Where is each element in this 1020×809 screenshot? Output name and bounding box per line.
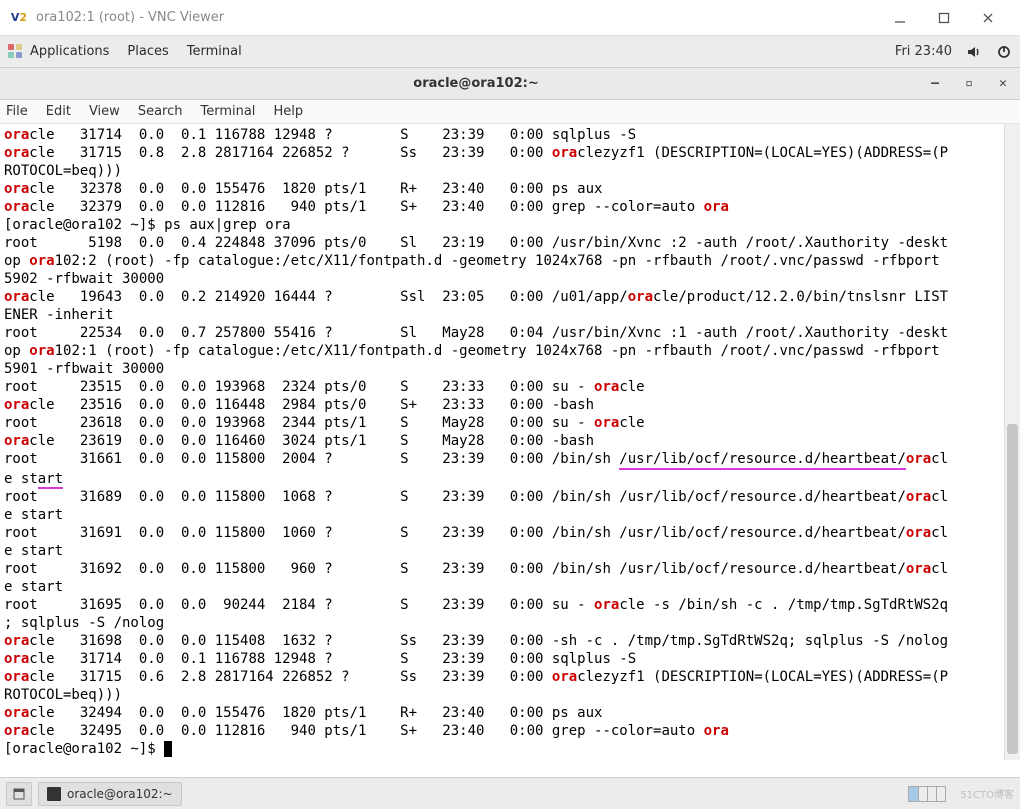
menu-view[interactable]: View [89,104,120,119]
close-button[interactable] [966,0,1010,36]
terminal-menubar: File Edit View Search Terminal Help [0,100,1020,124]
terminal-line: root 31661 0.0 0.0 115800 2004 ? S 23:39… [4,450,1016,470]
terminal-line: oracle 32494 0.0 0.0 155476 1820 pts/1 R… [4,704,1016,722]
terminal-line: 5901 -rfbwait 30000 [4,360,1016,378]
gnome-bottom-panel: oracle@ora102:~ 51CTO博客 [0,777,1020,809]
terminal-line: root 23618 0.0 0.0 193968 2344 pts/1 S M… [4,414,1016,432]
gnome-top-panel: Applications Places Terminal Fri 23:40 [0,36,1020,68]
terminal-minimize-button[interactable]: — [918,68,952,100]
terminal-line: oracle 31715 0.6 2.8 2817164 226852 ? Ss… [4,668,1016,686]
vnc-logo-icon: V2 [10,9,28,27]
terminal-line: [oracle@ora102 ~]$ [4,740,1016,758]
terminal-scrollbar[interactable] [1004,124,1020,760]
terminal-line: root 5198 0.0 0.4 224848 37096 pts/0 Sl … [4,234,1016,252]
menu-terminal[interactable]: Terminal [200,104,255,119]
terminal-line: ROTOCOL=beq))) [4,162,1016,180]
terminal-line: root 23515 0.0 0.0 193968 2324 pts/0 S 2… [4,378,1016,396]
terminal-line: oracle 23516 0.0 0.0 116448 2984 pts/0 S… [4,396,1016,414]
applications-label: Applications [30,44,109,59]
terminal-line: e start [4,470,1016,488]
terminal-line: ; sqlplus -S /nolog [4,614,1016,632]
places-label: Places [127,44,168,59]
vnc-titlebar: V2 ora102:1 (root) - VNC Viewer [0,0,1020,36]
terminal-line: oracle 19643 0.0 0.2 214920 16444 ? Ssl … [4,288,1016,306]
terminal-line: root 31695 0.0 0.0 90244 2184 ? S 23:39 … [4,596,1016,614]
terminal-window-title: oracle@ora102:~ [34,76,918,91]
terminal-line: oracle 32379 0.0 0.0 112816 940 pts/1 S+… [4,198,1016,216]
maximize-button[interactable] [922,0,966,36]
terminal-line: oracle 31714 0.0 0.1 116788 12948 ? S 23… [4,650,1016,668]
clock-label[interactable]: Fri 23:40 [895,44,952,59]
terminal-line: oracle 32378 0.0 0.0 155476 1820 pts/1 R… [4,180,1016,198]
menu-help[interactable]: Help [273,104,303,119]
terminal-line: op ora102:1 (root) -fp catalogue:/etc/X1… [4,342,1016,360]
terminal-maximize-button[interactable]: ▫ [952,68,986,100]
terminal-cursor [164,741,172,757]
terminal-line: oracle 31698 0.0 0.0 115408 1632 ? Ss 23… [4,632,1016,650]
watermark-label: 51CTO博客 [960,786,1014,801]
menu-file[interactable]: File [6,104,28,119]
terminal-line: e start [4,542,1016,560]
taskbar-item-label: oracle@ora102:~ [67,787,173,801]
watermark: 51CTO博客 [960,786,1014,801]
terminal-line: ENER -inherit [4,306,1016,324]
terminal-line: ROTOCOL=beq))) [4,686,1016,704]
terminal-icon [47,787,61,801]
show-desktop-button[interactable] [6,782,32,806]
terminal-menu[interactable]: Terminal [187,44,242,59]
terminal-line: root 31691 0.0 0.0 115800 1060 ? S 23:39… [4,524,1016,542]
volume-icon[interactable] [966,44,982,60]
places-menu[interactable]: Places [127,44,168,59]
menu-search[interactable]: Search [138,104,183,119]
minimize-button[interactable] [878,0,922,36]
workspace-switcher[interactable] [908,786,946,802]
power-icon[interactable] [996,44,1012,60]
scrollbar-thumb[interactable] [1007,424,1018,754]
terminal-line: oracle 32495 0.0 0.0 112816 940 pts/1 S+… [4,722,1016,740]
terminal-line: root 31689 0.0 0.0 115800 1068 ? S 23:39… [4,488,1016,506]
terminal-line: root 31692 0.0 0.0 115800 960 ? S 23:39 … [4,560,1016,578]
terminal-line: 5902 -rfbwait 30000 [4,270,1016,288]
terminal-label: Terminal [187,44,242,59]
terminal-line: root 22534 0.0 0.7 257800 55416 ? Sl May… [4,324,1016,342]
terminal-line: oracle 31714 0.0 0.1 116788 12948 ? S 23… [4,126,1016,144]
terminal-line: op ora102:2 (root) -fp catalogue:/etc/X1… [4,252,1016,270]
vnc-window-title: ora102:1 (root) - VNC Viewer [36,10,224,25]
terminal-line: oracle 31715 0.8 2.8 2817164 226852 ? Ss… [4,144,1016,162]
terminal-titlebar: oracle@ora102:~ — ▫ ✕ [0,68,1020,100]
terminal-line: oracle 23619 0.0 0.0 116460 3024 pts/1 S… [4,432,1016,450]
terminal-line: e start [4,578,1016,596]
terminal-line: e start [4,506,1016,524]
applications-menu[interactable]: Applications [8,44,109,60]
applications-icon [8,44,24,60]
menu-edit[interactable]: Edit [46,104,71,119]
taskbar-item-terminal[interactable]: oracle@ora102:~ [38,782,182,806]
terminal-line: [oracle@ora102 ~]$ ps aux|grep ora [4,216,1016,234]
terminal-output[interactable]: oracle 31714 0.0 0.1 116788 12948 ? S 23… [0,124,1020,760]
terminal-close-button[interactable]: ✕ [986,68,1020,100]
